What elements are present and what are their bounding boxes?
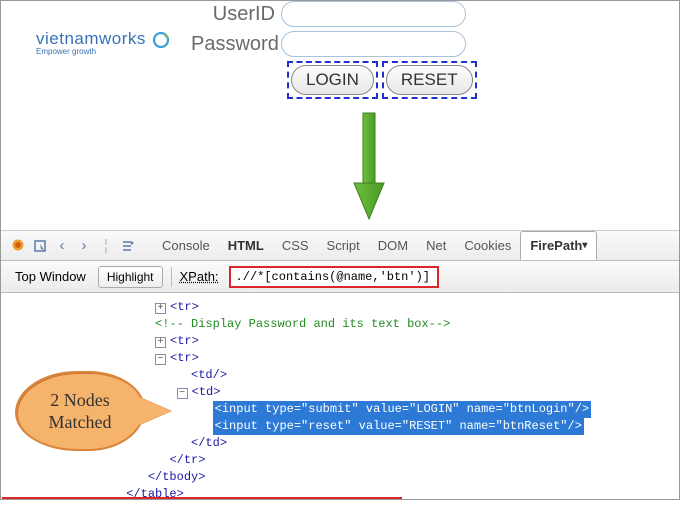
window-selector[interactable]: Top Window [9, 267, 92, 286]
devtools-panel: ‹ › ¦ Console HTML CSS Script DOM Net Co… [1, 231, 679, 509]
devtools-tabbar: ‹ › ¦ Console HTML CSS Script DOM Net Co… [1, 231, 679, 261]
login-highlight: LOGIN [287, 61, 378, 99]
dom-node[interactable]: <td> [192, 385, 221, 399]
collapse-icon[interactable]: − [155, 354, 166, 365]
dom-comment: <!-- Display Password and its text box--… [155, 317, 450, 331]
xpath-input[interactable] [229, 266, 439, 288]
tab-script[interactable]: Script [318, 231, 369, 260]
dom-node[interactable]: <tr> [170, 300, 199, 314]
green-arrow-icon [350, 111, 388, 226]
password-label: Password [191, 33, 281, 56]
expand-icon[interactable]: + [155, 303, 166, 314]
xpath-label[interactable]: XPath: [180, 269, 219, 284]
password-row: Password [191, 31, 477, 57]
logo-main-text: vietnamworks [36, 29, 146, 48]
back-icon[interactable]: ‹ [51, 237, 73, 254]
collapse-icon[interactable]: − [177, 388, 188, 399]
tab-css[interactable]: CSS [273, 231, 318, 260]
inspect-icon[interactable] [29, 239, 51, 253]
tab-cookies[interactable]: Cookies [455, 231, 520, 260]
divider [171, 267, 172, 287]
webpage-panel: vietnamworks Empower growth UserID Passw… [1, 1, 679, 231]
dom-match-1[interactable]: <input type="submit" value="LOGIN" name=… [213, 401, 591, 418]
button-row: LOGIN RESET [287, 61, 477, 99]
expand-icon[interactable]: + [155, 337, 166, 348]
dom-node[interactable]: <tr> [170, 334, 199, 348]
forward-icon[interactable]: › [73, 237, 95, 254]
annotation-callout: 2 Nodes Matched [15, 371, 145, 451]
dom-node[interactable]: </tr> [169, 453, 205, 467]
dom-node[interactable]: <td/> [191, 368, 227, 382]
step-icon[interactable] [117, 240, 139, 252]
reset-button[interactable]: RESET [386, 65, 473, 95]
userid-input[interactable] [281, 1, 466, 27]
tab-net[interactable]: Net [417, 231, 455, 260]
login-form: UserID Password LOGIN RESET [191, 1, 477, 99]
dom-match-2[interactable]: <input type="reset" value="RESET" name="… [213, 418, 584, 435]
callout-tail-icon [139, 397, 171, 425]
callout-text: 2 Nodes Matched [15, 371, 145, 451]
devtools-toolbar: Top Window Highlight XPath: [1, 261, 679, 293]
userid-label: UserID [191, 3, 281, 26]
dom-node[interactable]: <tr> [170, 351, 199, 365]
tab-html[interactable]: HTML [219, 231, 273, 260]
tab-dom[interactable]: DOM [369, 231, 417, 260]
userid-row: UserID [191, 1, 477, 27]
red-bottom-border [2, 497, 402, 499]
divider-icon: ¦ [95, 237, 117, 254]
dom-node[interactable]: </td> [191, 436, 227, 450]
tab-console[interactable]: Console [153, 231, 219, 260]
highlight-button[interactable]: Highlight [98, 266, 163, 288]
password-input[interactable] [281, 31, 466, 57]
dom-node[interactable]: </tbody> [148, 470, 206, 484]
vietnamworks-logo: vietnamworks Empower growth [36, 29, 146, 56]
logo-circle-icon [152, 31, 170, 49]
reset-highlight: RESET [382, 61, 477, 99]
tab-firepath[interactable]: FirePath [520, 231, 597, 260]
login-button[interactable]: LOGIN [291, 65, 374, 95]
firebug-icon[interactable] [7, 238, 29, 253]
